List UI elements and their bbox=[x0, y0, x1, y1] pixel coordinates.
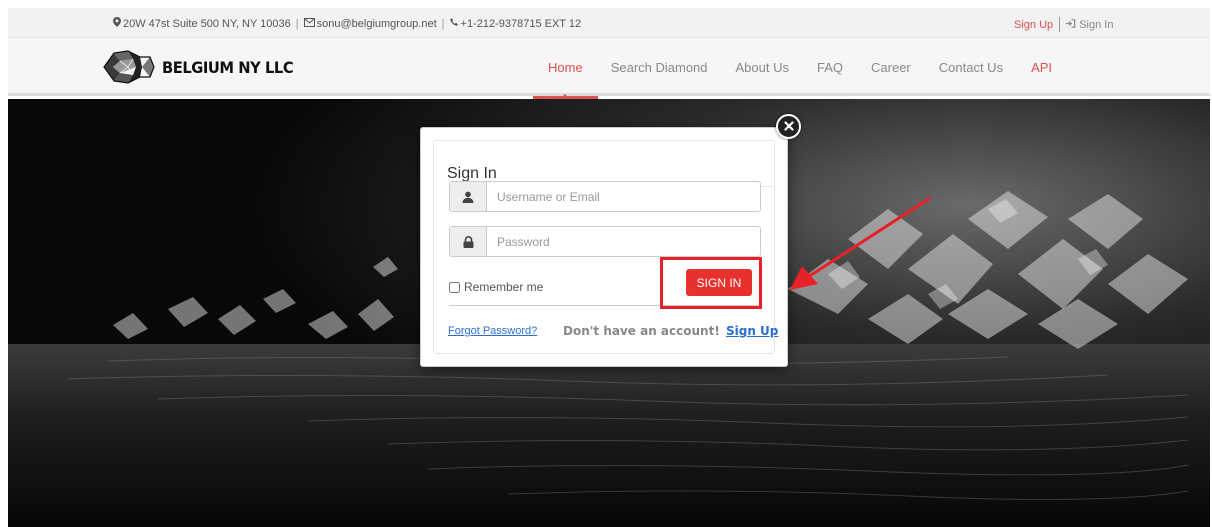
contact-info: 20W 47st Suite 500 NY, NY 10036 | sonu@b… bbox=[113, 17, 581, 30]
top-signin-link[interactable]: Sign In bbox=[1066, 19, 1113, 31]
remember-checkbox[interactable] bbox=[449, 281, 460, 293]
forgot-password-link[interactable]: Forgot Password? bbox=[448, 325, 537, 337]
nav-faq[interactable]: FAQ bbox=[817, 38, 843, 96]
user-icon bbox=[450, 182, 487, 211]
lock-icon bbox=[450, 227, 487, 256]
sign-in-icon bbox=[1066, 18, 1079, 31]
phone-icon bbox=[449, 17, 459, 30]
brand-name: BELGIUM NY LLC bbox=[162, 57, 294, 77]
close-icon bbox=[783, 118, 794, 136]
modal-signup-link[interactable]: Sign Up bbox=[726, 324, 778, 338]
phone-text: +1-212-9378715 EXT 12 bbox=[460, 17, 582, 30]
divider: | bbox=[295, 17, 299, 30]
diamond-logo-icon bbox=[103, 50, 155, 84]
address-text: 20W 47st Suite 500 NY, NY 10036 bbox=[123, 17, 291, 30]
page: 20W 47st Suite 500 NY, NY 10036 | sonu@b… bbox=[0, 0, 1212, 527]
signin-panel: Sign In Remember me bbox=[433, 140, 775, 354]
no-account-row: Don't have an account! Sign Up bbox=[563, 324, 778, 338]
top-contact-bar: 20W 47st Suite 500 NY, NY 10036 | sonu@b… bbox=[8, 8, 1210, 38]
email-link[interactable]: sonu@belgiumgroup.net bbox=[317, 18, 437, 30]
annotation-arrow bbox=[790, 196, 931, 290]
password-input[interactable] bbox=[487, 227, 760, 256]
main-navbar: BELGIUM NY LLC Home Search Diamond About… bbox=[8, 38, 1210, 99]
username-field bbox=[449, 181, 761, 212]
map-marker-icon bbox=[113, 17, 121, 30]
nav-api[interactable]: API bbox=[1031, 38, 1052, 96]
nav-career[interactable]: Career bbox=[871, 38, 911, 96]
remember-me[interactable]: Remember me bbox=[449, 280, 543, 294]
nav-home[interactable]: Home bbox=[533, 38, 598, 99]
divider bbox=[1059, 17, 1061, 32]
close-modal-button[interactable] bbox=[776, 114, 801, 139]
top-signup-link[interactable]: Sign Up bbox=[1014, 19, 1053, 31]
nav-contact-us[interactable]: Contact Us bbox=[939, 38, 1003, 96]
auth-links: Sign Up Sign In bbox=[1014, 17, 1113, 32]
brand-logo[interactable]: BELGIUM NY LLC bbox=[100, 47, 305, 87]
envelope-icon bbox=[303, 17, 315, 30]
no-account-text: Don't have an account! bbox=[563, 324, 720, 338]
remember-label: Remember me bbox=[464, 280, 544, 294]
divider: | bbox=[441, 17, 445, 30]
nav-search-diamond[interactable]: Search Diamond bbox=[611, 38, 708, 96]
nav-menu: Home Search Diamond About Us FAQ Career … bbox=[533, 38, 1080, 99]
username-input[interactable] bbox=[487, 182, 760, 211]
signin-submit-button[interactable]: SIGN IN bbox=[686, 269, 752, 296]
nav-about-us[interactable]: About Us bbox=[736, 38, 789, 96]
password-field bbox=[449, 226, 761, 257]
